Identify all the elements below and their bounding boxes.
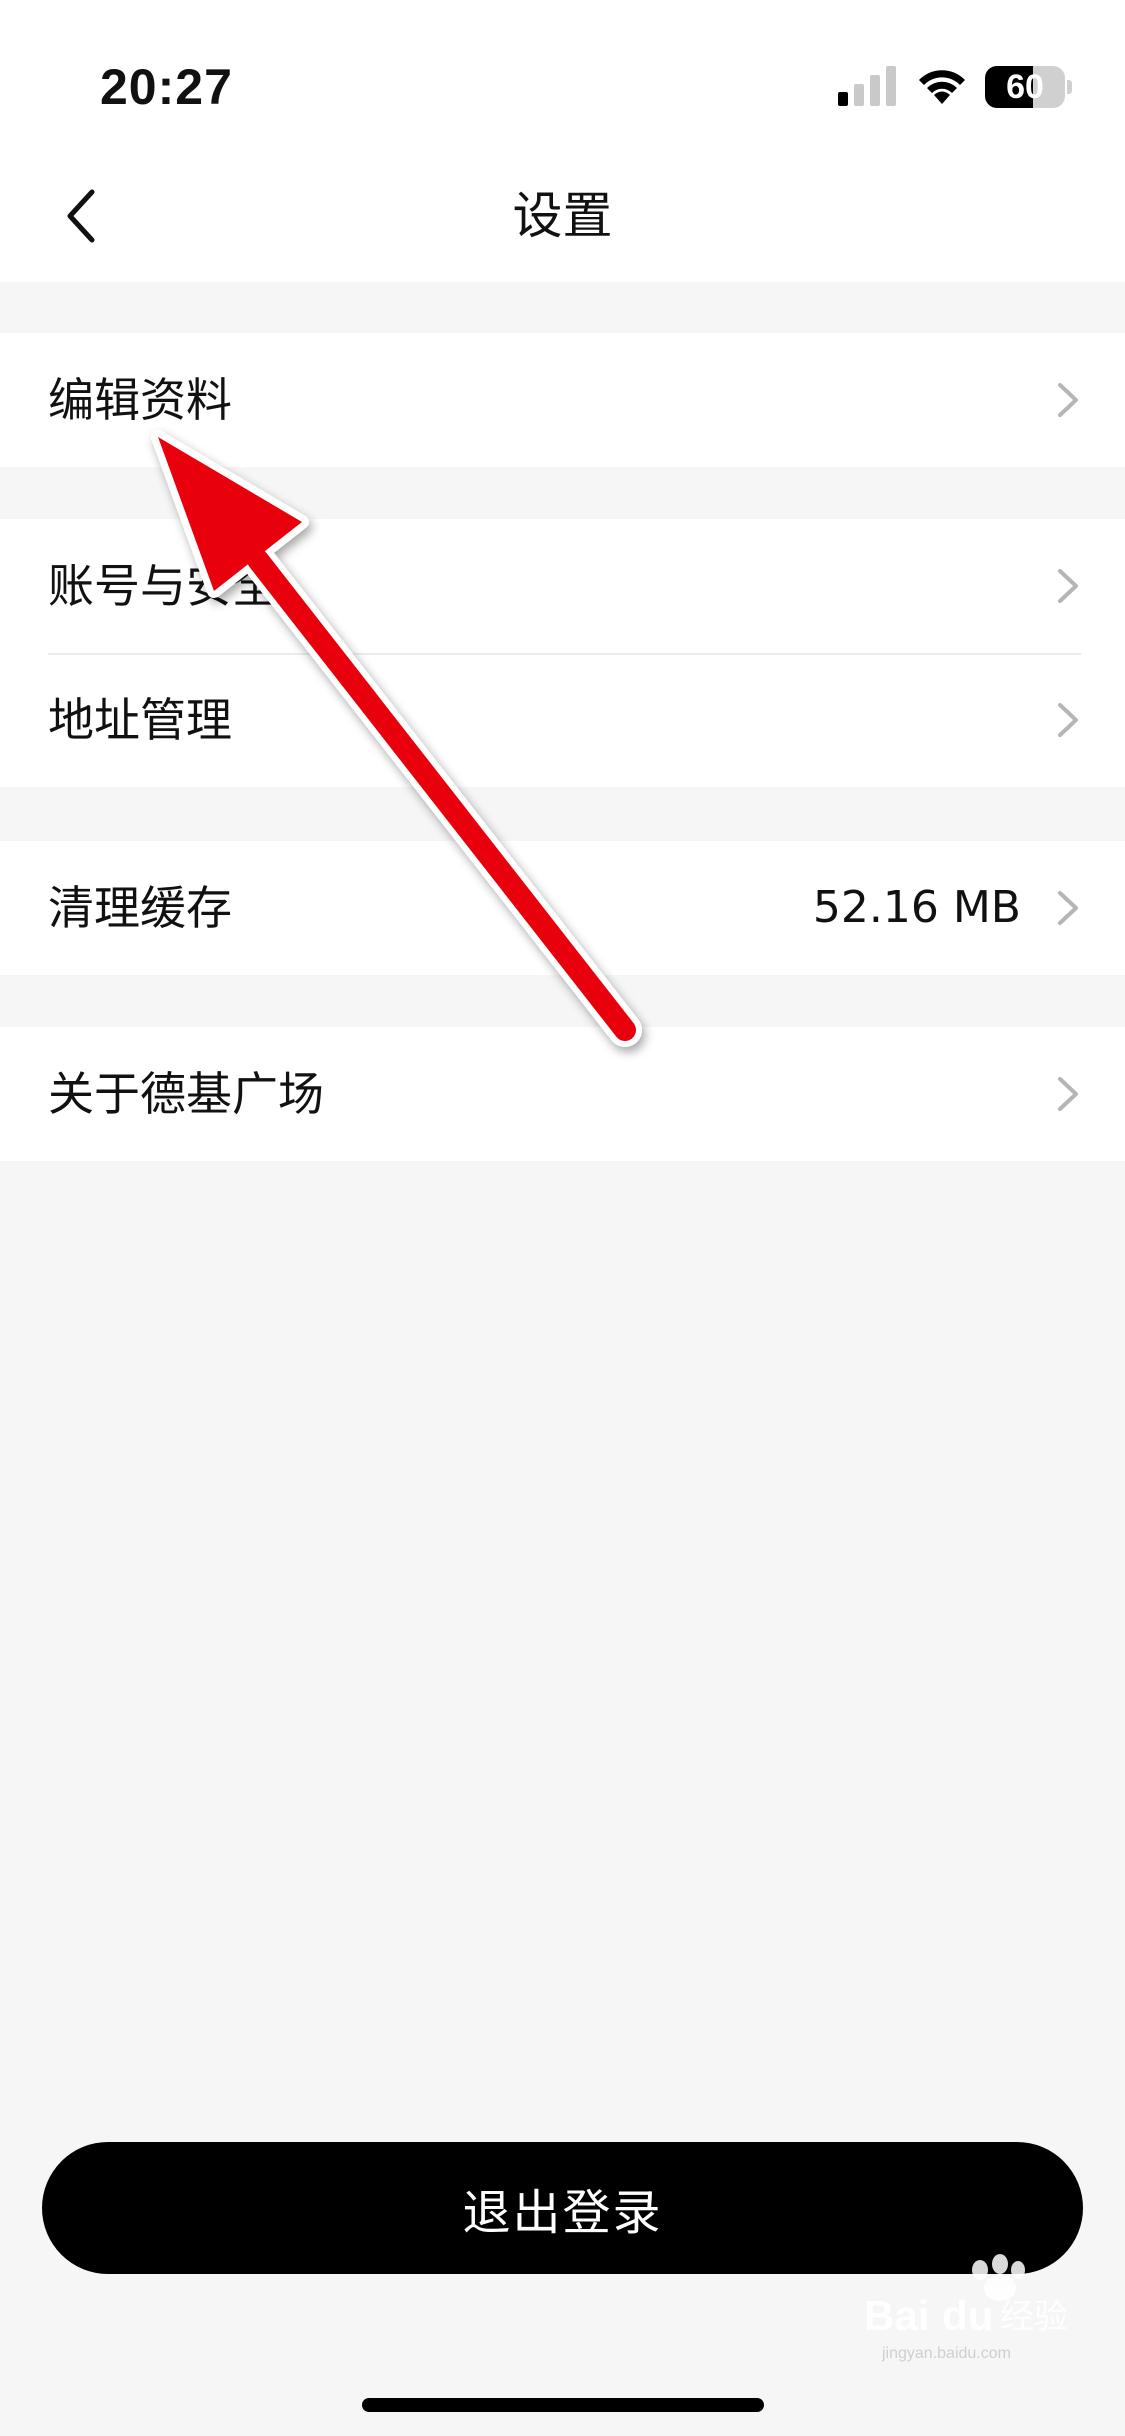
settings-group-about: 关于德基广场 (0, 1027, 1125, 1161)
cache-size: 52.16 MB (812, 882, 1021, 933)
edit-profile-label: 编辑资料 (48, 373, 232, 427)
back-button[interactable] (50, 180, 120, 250)
page-title: 设置 (512, 187, 613, 245)
about-row[interactable]: 关于德基广场 (0, 1027, 1125, 1161)
svg-text:jingyan.baidu.com: jingyan.baidu.com (881, 2345, 1011, 2362)
signal-icon (838, 66, 896, 106)
edit-profile-row[interactable]: 编辑资料 (0, 333, 1125, 467)
wifi-icon (919, 70, 965, 104)
settings-group-account: 账号与安全 地址管理 (0, 519, 1125, 787)
logout-button[interactable]: 退出登录 (42, 2142, 1083, 2274)
clear-cache-row[interactable]: 清理缓存 52.16 MB (0, 841, 1125, 975)
chevron-left-icon (67, 189, 95, 243)
home-indicator (362, 2398, 764, 2412)
nav-bar: 设置 (0, 150, 1125, 282)
about-label: 关于德基广场 (48, 1067, 324, 1121)
address-management-label: 地址管理 (48, 693, 232, 747)
chevron-right-icon (1058, 1077, 1078, 1111)
settings-group-cache: 清理缓存 52.16 MB (0, 841, 1125, 975)
account-security-label: 账号与安全 (48, 559, 278, 613)
settings-group-profile: 编辑资料 (0, 333, 1125, 467)
svg-text:du: du (942, 2292, 993, 2339)
status-bar: 20:27 60 (0, 0, 1125, 150)
chevron-right-icon (1058, 891, 1078, 925)
chevron-right-icon (1058, 569, 1078, 603)
chevron-right-icon (1058, 703, 1078, 737)
battery-icon: 60 (985, 66, 1072, 108)
account-security-row[interactable]: 账号与安全 (0, 519, 1125, 653)
address-management-row[interactable]: 地址管理 (0, 653, 1125, 787)
status-time: 20:27 (100, 59, 233, 115)
clear-cache-label: 清理缓存 (48, 881, 232, 935)
battery-level: 60 (1006, 68, 1044, 106)
svg-text:Bai: Bai (864, 2292, 929, 2339)
battery-body: 60 (985, 66, 1065, 108)
battery-nub (1067, 80, 1072, 94)
chevron-right-icon (1058, 383, 1078, 417)
svg-text:经验: 经验 (1000, 2297, 1068, 2337)
